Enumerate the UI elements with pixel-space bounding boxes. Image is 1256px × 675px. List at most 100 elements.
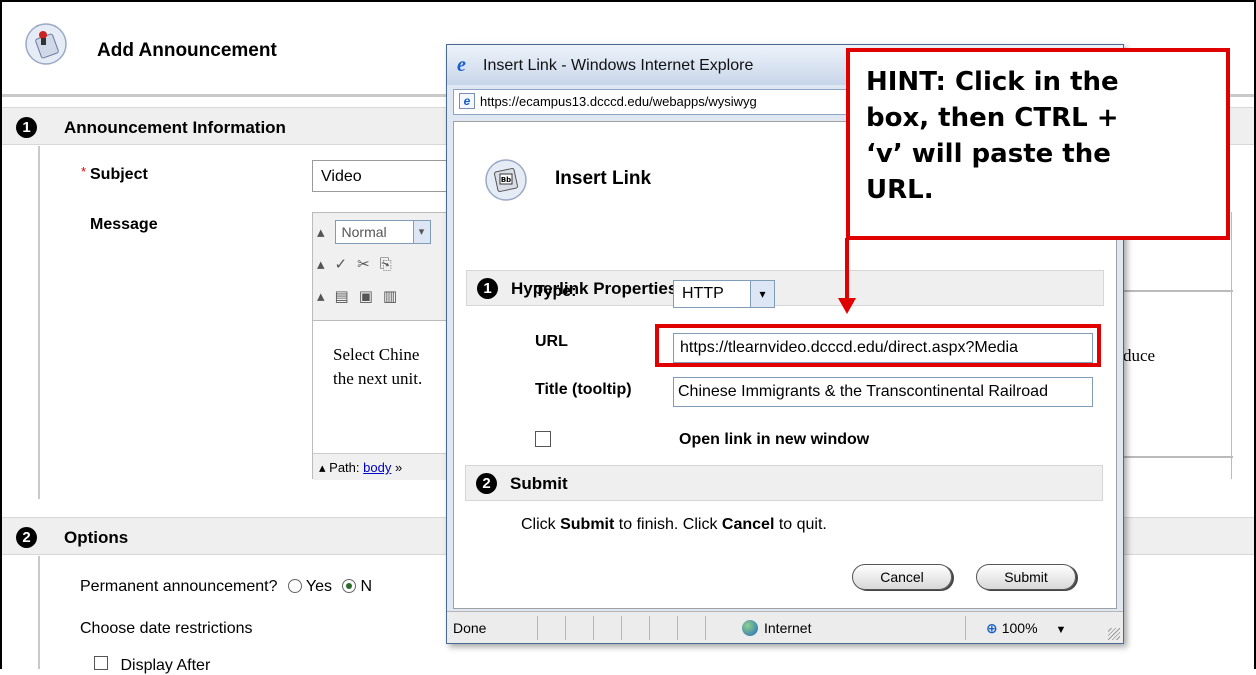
format-select-value: Normal (341, 224, 387, 240)
status-cell (565, 616, 593, 640)
required-marker: * (81, 164, 87, 179)
status-cell (621, 616, 649, 640)
hint-callout: HINT: Click in the box, then CTRL + ‘v’ … (846, 48, 1230, 240)
radio-yes[interactable] (287, 579, 302, 593)
cut-icon[interactable]: ✂ (357, 255, 370, 273)
dialog-heading: Insert Link (555, 168, 652, 189)
collapse-icon[interactable]: ▴ (317, 287, 325, 305)
path-body-link[interactable]: body (363, 460, 391, 475)
security-zone[interactable]: Internet (705, 616, 965, 640)
step-number: 2 (476, 473, 497, 494)
divider (38, 146, 40, 499)
editor-toolbar-edge (1123, 290, 1233, 292)
zoom-control[interactable]: ⊕ 100% ▼ (965, 616, 1105, 640)
message-label: Message (90, 216, 158, 233)
radio-no-label: N (360, 578, 373, 595)
permanent-announcement-row: Permanent announcement? Yes N (80, 578, 372, 596)
hint-line: ‘v’ will paste the (866, 139, 1111, 169)
zoom-icon: ⊕ (986, 620, 998, 636)
submit-button[interactable]: Submit (976, 564, 1076, 590)
editor-toolbar: ▴ Normal ▾ ▴ ✓ ✂ ⎘ ▴ ▤ ▣ ▥ (313, 213, 461, 321)
radio-yes-label: Yes (305, 578, 333, 595)
copy-icon[interactable]: ⎘ (380, 256, 392, 273)
zone-label: Internet (764, 620, 812, 636)
display-after-label: Display After (120, 657, 211, 674)
collapse-icon[interactable]: ▴ (317, 223, 325, 241)
status-bar: Done Internet ⊕ 100% ▼ (447, 611, 1123, 643)
globe-icon (742, 620, 758, 636)
permanent-label: Permanent announcement? (80, 578, 278, 595)
editor-line: Select Chine (333, 345, 420, 364)
section-title: Submit (510, 474, 568, 493)
open-new-window-checkbox[interactable] (535, 431, 551, 447)
submit-instructions: Click Submit to finish. Click Cancel to … (521, 516, 827, 534)
format-select[interactable]: Normal ▾ (334, 220, 431, 244)
section-submit: 2 Submit (465, 465, 1103, 501)
editor-content[interactable]: Select Chine the next unit. (333, 343, 463, 391)
resize-grip-icon[interactable] (1108, 628, 1120, 640)
hint-line: URL. (866, 175, 934, 205)
step-number: 1 (16, 117, 37, 138)
arrow-down-icon (838, 298, 856, 314)
ie-icon: e (457, 54, 466, 76)
collapse-icon[interactable]: ▴ (319, 460, 326, 475)
url-highlight-box (655, 324, 1101, 367)
type-select-value: HTTP (682, 285, 724, 302)
path-label: Path: (329, 460, 360, 475)
window-title: Insert Link - Windows Internet Explore (483, 57, 754, 74)
hint-line: box, then CTRL + (866, 103, 1119, 133)
editor-edge (1231, 212, 1232, 479)
help-text: Click (521, 516, 561, 533)
editor-line: the next unit. (333, 369, 423, 388)
callout-arrow (845, 238, 849, 301)
help-cancel-word: Cancel (721, 516, 775, 533)
toolbar-row: ▴ Normal ▾ (317, 220, 431, 244)
status-cell (593, 616, 621, 640)
type-label: Type: (535, 283, 577, 300)
file-icon[interactable]: ▥ (383, 287, 397, 305)
subject-label: Subject (90, 166, 148, 183)
status-cell (537, 616, 565, 640)
announcement-icon (25, 23, 67, 65)
open-new-window-label: Open link in new window (679, 431, 870, 448)
title-input[interactable]: Chinese Immigrants & the Transcontinenta… (673, 377, 1093, 407)
zoom-level: 100% (1001, 620, 1038, 636)
editor-path-bar: ▴ Path: body » (313, 453, 461, 480)
help-submit-word: Submit (560, 516, 615, 533)
collapse-icon[interactable]: ▴ (317, 255, 325, 273)
page-title: Add Announcement (97, 40, 277, 61)
date-restrictions-label: Choose date restrictions (80, 620, 253, 637)
help-text: to quit. (774, 516, 827, 533)
url-label: URL (535, 333, 568, 350)
help-text: to finish. Click (614, 516, 722, 533)
toolbar-row: ▴ ✓ ✂ ⎘ (317, 253, 392, 275)
status-cell (677, 616, 705, 640)
path-separator: » (394, 460, 403, 475)
dropdown-arrow-icon: ▾ (412, 221, 430, 243)
editor-path-edge (1123, 456, 1233, 458)
message-editor[interactable]: ▴ Normal ▾ ▴ ✓ ✂ ⎘ ▴ ▤ ▣ ▥ Select Chine … (312, 212, 463, 480)
image-icon[interactable]: ▣ (359, 287, 373, 305)
display-after-row: Display After (94, 656, 210, 675)
status-cell (649, 616, 677, 640)
editor-text-fragment: duce (1123, 346, 1156, 365)
type-select[interactable]: HTTP ▾ (673, 280, 775, 308)
title-label: Title (tooltip) (535, 381, 632, 398)
chevron-down-icon: ▼ (1055, 624, 1067, 636)
title-input-value: Chinese Immigrants & the Transcontinenta… (678, 383, 1048, 400)
dropdown-arrow-icon: ▾ (750, 281, 774, 307)
address-text: https://ecampus13.dcccd.edu/webapps/wysi… (480, 94, 757, 109)
paste-icon[interactable]: ▤ (335, 287, 349, 305)
step-number: 2 (16, 527, 37, 548)
section-title: Options (64, 528, 129, 547)
insert-link-icon: Bb (485, 159, 527, 201)
subject-input[interactable]: Video (312, 160, 462, 192)
step-number: 1 (477, 278, 498, 299)
ie-icon: e (459, 93, 475, 109)
display-after-checkbox[interactable] (94, 656, 108, 670)
toolbar-row: ▴ ▤ ▣ ▥ (317, 285, 397, 307)
svg-text:Bb: Bb (501, 176, 511, 184)
radio-no[interactable] (342, 579, 357, 593)
spellcheck-icon[interactable]: ✓ (335, 255, 348, 273)
cancel-button[interactable]: Cancel (852, 564, 952, 590)
